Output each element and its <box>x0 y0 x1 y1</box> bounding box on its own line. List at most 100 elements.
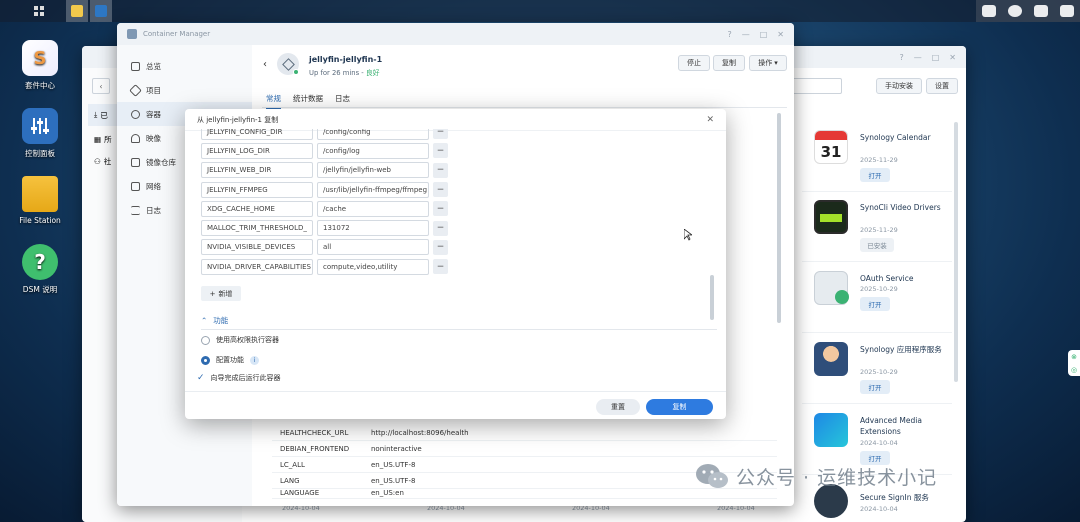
env-key-input[interactable]: JELLYFIN_FFMPEG <box>201 181 313 198</box>
container-avatar-icon <box>277 53 299 75</box>
duplicate-button[interactable]: 复制 <box>713 55 745 71</box>
env-row: NVIDIA_VISIBLE_DEVICES all − <box>201 238 451 257</box>
desktop-icon-dsm-help[interactable]: ? DSM 说明 <box>1 244 79 295</box>
sidebar-item-community[interactable]: ⚇ 社 <box>88 150 118 172</box>
env-value-input[interactable]: /config/config <box>317 129 429 140</box>
taskbar-container-manager-icon[interactable] <box>90 0 112 22</box>
env-value-input[interactable]: /config/log <box>317 142 429 159</box>
close-icon[interactable]: ⊗ <box>1071 353 1077 361</box>
maximize-icon[interactable]: □ <box>932 53 940 62</box>
container-manager-titlebar: Container Manager ? — □ ✕ <box>117 23 794 45</box>
remove-env-button[interactable]: − <box>433 220 448 236</box>
info-icon[interactable]: i <box>250 355 259 365</box>
main-menu-icon[interactable] <box>28 0 50 22</box>
env-row: JELLYFIN_LOG_DIR/config/log − <box>201 141 451 160</box>
env-key-input[interactable]: XDG_CACHE_HOME <box>201 200 313 217</box>
checkmark-icon[interactable]: ✓ <box>197 373 205 383</box>
maximize-icon[interactable]: □ <box>760 30 768 39</box>
close-icon[interactable]: ✕ <box>777 30 784 39</box>
reset-button[interactable]: 重置 <box>596 399 640 415</box>
search-input[interactable] <box>792 78 842 94</box>
minimize-icon[interactable]: — <box>914 53 922 62</box>
features-section-toggle[interactable]: ⌃ 功能 <box>201 315 228 326</box>
package-item[interactable]: OAuth Service 2025-10-29 打开 <box>802 263 952 333</box>
env-value-input[interactable]: /usr/lib/jellyfin-ffmpeg/ffmpeg <box>317 181 429 198</box>
env-value-input[interactable]: /jellyfin/jellyfin-web <box>317 162 429 179</box>
back-button[interactable]: ‹ <box>92 78 110 94</box>
env-key-input[interactable]: NVIDIA_VISIBLE_DEVICES <box>201 239 313 256</box>
desktop-icon-control-panel[interactable]: 控制面板 <box>1 108 79 159</box>
chevron-up-icon: ⌃ <box>201 316 208 325</box>
desktop-icon-package-center[interactable]: S 套件中心 <box>1 40 79 91</box>
sidebar-item-project[interactable]: 项目 <box>117 78 252 102</box>
env-key-input[interactable]: JELLYFIN_WEB_DIR <box>201 162 313 179</box>
manual-install-button[interactable]: 手动安装 <box>876 78 922 94</box>
env-value-input[interactable]: compute,video,utility <box>317 258 429 275</box>
caret-down-icon: ▾ <box>774 59 778 67</box>
sidebar-item-overview[interactable]: 总览 <box>117 54 252 78</box>
env-key-input[interactable]: JELLYFIN_CONFIG_DIR <box>201 129 313 140</box>
grid-icon: ▦ <box>94 134 102 144</box>
package-date: 2025-11-29 <box>860 226 898 234</box>
widgets-icon[interactable] <box>1034 5 1048 17</box>
open-button[interactable]: 打开 <box>860 168 890 182</box>
open-button[interactable]: 打开 <box>860 297 890 311</box>
settings-button[interactable]: 设置 <box>926 78 958 94</box>
option-privileged[interactable]: 使用高权限执行容器 <box>201 335 279 345</box>
search-icon[interactable] <box>1060 5 1074 17</box>
package-item[interactable]: SynoCli Video Drivers 2025-11-29 已安装 <box>802 192 952 262</box>
remove-env-button[interactable]: − <box>433 182 448 198</box>
chat-icon[interactable] <box>982 5 996 17</box>
stop-button[interactable]: 停止 <box>678 55 710 71</box>
remove-env-button[interactable]: − <box>433 143 448 159</box>
radio-unchecked-icon[interactable] <box>201 335 210 345</box>
option-label: 向导完成后运行此容器 <box>210 374 281 382</box>
watermark-text: 公众号 · 运维技术小记 <box>736 466 938 489</box>
env-key-input[interactable]: MALLOC_TRIM_THRESHOLD_ <box>201 220 313 237</box>
add-label: 新增 <box>218 289 233 298</box>
add-env-button[interactable]: + 新增 <box>201 286 241 301</box>
close-icon[interactable]: ✕ <box>949 53 956 62</box>
minimize-icon[interactable]: — <box>742 30 750 39</box>
package-item[interactable]: 31 Synology Calendar 2025-11-29 打开 <box>802 122 952 192</box>
sidebar-item-all[interactable]: ▦ 所 <box>88 128 118 150</box>
taskbar-package-center-icon[interactable] <box>66 0 88 22</box>
help-icon[interactable]: ? <box>727 30 731 39</box>
remove-env-button[interactable]: − <box>433 162 448 178</box>
env-key-input[interactable]: NVIDIA_DRIVER_CAPABILITIES <box>201 258 313 275</box>
desktop-icon-file-station[interactable]: File Station <box>1 176 79 225</box>
env-value-input[interactable]: all <box>317 239 429 256</box>
registry-icon <box>131 157 140 167</box>
confirm-copy-button[interactable]: 复制 <box>646 399 713 415</box>
sidebar-item-installed[interactable]: ⤓ 已 <box>88 104 118 126</box>
scrollbar[interactable] <box>777 113 781 323</box>
help-icon[interactable]: ? <box>899 53 903 62</box>
remove-env-button[interactable]: − <box>433 129 448 140</box>
close-icon[interactable]: ✕ <box>706 115 714 125</box>
floating-widget[interactable]: ⊗ ◎ <box>1068 350 1080 376</box>
scrollbar[interactable] <box>954 122 958 382</box>
remove-env-button[interactable]: − <box>433 201 448 217</box>
open-button[interactable]: 打开 <box>860 380 890 394</box>
remove-env-button[interactable]: − <box>433 239 448 255</box>
env-key-input[interactable]: JELLYFIN_LOG_DIR <box>201 142 313 159</box>
installed-button[interactable]: 已安装 <box>860 238 894 252</box>
dialog-title: 从 jellyfin-jellyfin-1 复制 <box>197 115 279 124</box>
dialog-scrollbar[interactable] <box>710 275 714 320</box>
package-name: Synology 应用程序服务 <box>860 345 942 354</box>
app-service-icon <box>814 342 848 376</box>
env-value-input[interactable]: /cache <box>317 200 429 217</box>
radio-checked-icon[interactable] <box>201 355 210 365</box>
back-icon[interactable]: ‹ <box>263 59 267 70</box>
sidebar-label: 社 <box>103 156 112 166</box>
option-run-after-wizard[interactable]: ✓ 向导完成后运行此容器 <box>197 373 281 383</box>
video-drivers-icon <box>814 200 848 234</box>
remove-env-button[interactable]: − <box>433 259 448 275</box>
env-value-input[interactable]: 131072 <box>317 220 429 237</box>
user-icon[interactable] <box>1008 5 1022 17</box>
env-list: JELLYFIN_CONFIG_DIR/config/config − JELLYF… <box>201 129 451 276</box>
widget-icon[interactable]: ◎ <box>1071 366 1077 374</box>
option-configure-features[interactable]: 配置功能 i <box>201 355 259 365</box>
actions-dropdown[interactable]: 操作 ▾ <box>749 55 787 71</box>
package-item[interactable]: Synology 应用程序服务 2025-10-29 打开 <box>802 334 952 404</box>
